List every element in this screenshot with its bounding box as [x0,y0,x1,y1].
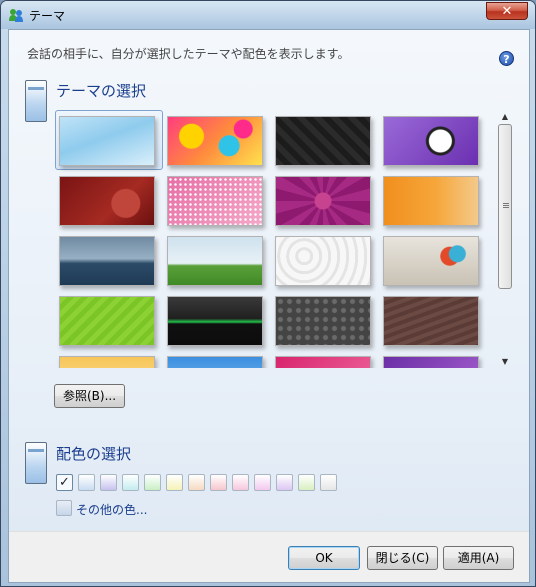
color-swatch[interactable] [144,474,161,491]
theme-thumb-blue-sky[interactable] [167,356,263,368]
scroll-down-icon[interactable]: ▼ [500,357,510,367]
color-swatch[interactable] [166,474,183,491]
theme-grid [55,112,517,368]
theme-thumb-purple-abstract[interactable] [383,356,479,368]
theme-thumb-white-waves[interactable] [275,236,371,286]
theme-thumb-brown-lines[interactable] [383,296,479,346]
dialog-description: 会話の相手に、自分が選択したテーマや配色を表示します。 [27,47,350,61]
theme-thumb-dark-pattern[interactable] [275,116,371,166]
theme-thumb-chameleon[interactable] [383,236,479,286]
ok-button[interactable]: OK [288,546,360,570]
window-title: テーマ [29,9,66,23]
scrollbar-thumb[interactable] [498,124,512,289]
dialog-content: 会話の相手に、自分が選択したテーマや配色を表示します。 ? テーマの選択 ▲ ▼… [8,29,530,583]
scroll-up-icon[interactable]: ▲ [500,112,510,122]
color-swatch[interactable] [232,474,249,491]
theme-section-title: テーマの選択 [56,82,147,100]
apply-button[interactable]: 適用(A) [443,546,514,570]
color-swatch[interactable] [320,474,337,491]
color-swatch-selected[interactable]: ✓ [56,474,73,491]
theme-thumb-sky-light-blue[interactable] [59,116,155,166]
theme-thumb-pink-halftone[interactable] [167,176,263,226]
close-window-button[interactable]: ✕ [486,2,528,20]
theme-thumb-dark-green-wave[interactable] [167,296,263,346]
theme-thumb-gray-damask[interactable] [275,296,371,346]
theme-thumb-magenta-heart[interactable] [275,176,371,226]
other-colors-icon[interactable] [56,500,72,516]
browse-button[interactable]: 参照(B)... [54,384,125,408]
theme-thumb-yellow-sky[interactable] [59,356,155,368]
color-swatch[interactable] [122,474,139,491]
theme-thumb-sea-plane[interactable] [59,236,155,286]
color-swatch[interactable] [276,474,293,491]
theme-thumb-purple-skull[interactable] [383,116,479,166]
theme-thumb-pink-abstract[interactable] [275,356,371,368]
theme-thumb-orange-grass[interactable] [383,176,479,226]
theme-thumb-green-field[interactable] [167,236,263,286]
theme-thumb-colorful-paisley[interactable] [167,116,263,166]
color-swatch[interactable] [100,474,117,491]
messenger-icon [9,9,23,22]
color-swatch[interactable] [188,474,205,491]
theme-section-icon [25,80,47,122]
color-swatch[interactable] [210,474,227,491]
theme-grid-scrollbar[interactable]: ▲ ▼ [497,112,513,368]
theme-thumb-lime-stripes[interactable] [59,296,155,346]
color-swatch[interactable] [254,474,271,491]
other-colors-link[interactable]: その他の色... [76,501,147,518]
dialog-footer: OK 閉じる(C) 適用(A) [9,531,529,582]
color-section-title: 配色の選択 [56,445,132,463]
help-icon[interactable]: ? [499,51,514,66]
color-section-icon [25,442,47,484]
theme-thumb-red-love-swirl[interactable] [59,176,155,226]
color-swatch[interactable] [298,474,315,491]
theme-dialog: テーマ ✕ 会話の相手に、自分が選択したテーマや配色を表示します。 ? テーマの… [0,0,536,587]
grip-icon [503,203,509,204]
color-swatch[interactable] [78,474,95,491]
close-button[interactable]: 閉じる(C) [367,546,438,570]
title-bar[interactable]: テーマ ✕ [1,1,535,29]
